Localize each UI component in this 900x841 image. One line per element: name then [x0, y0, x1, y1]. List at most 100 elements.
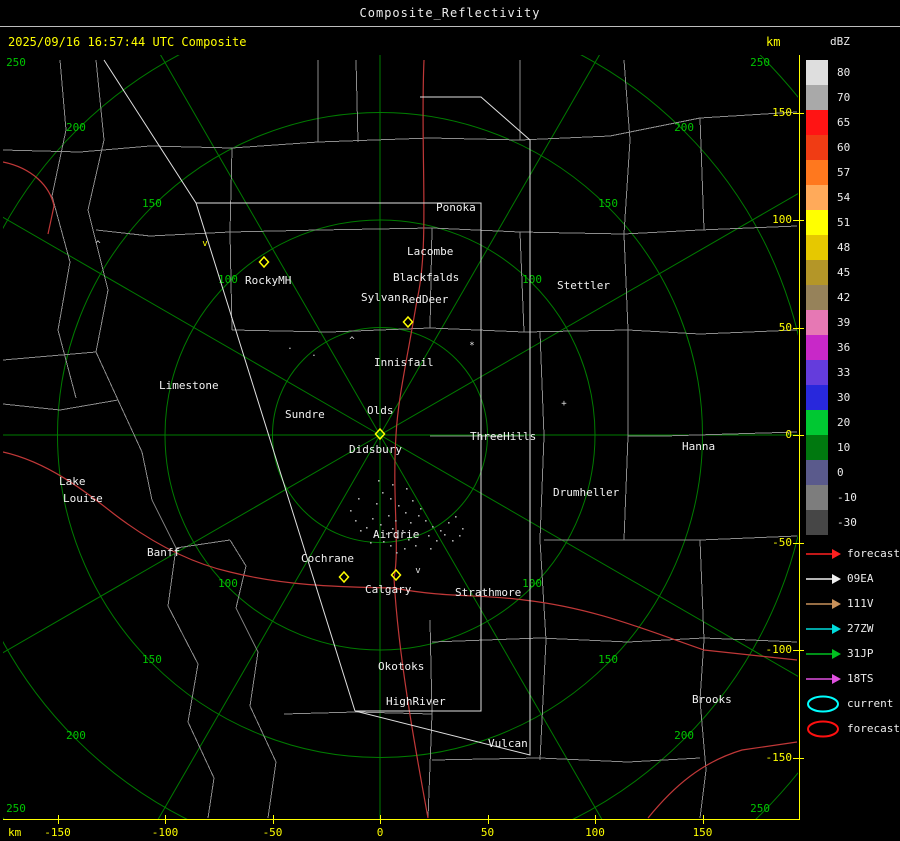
city-label: Banff — [147, 546, 180, 559]
ring-distance-label: 250 — [750, 802, 770, 815]
colorbar-value-label: 80 — [837, 66, 851, 79]
ring-distance-label: 100 — [522, 273, 542, 286]
city-label: Brooks — [692, 693, 732, 706]
km-unit-top-label: km — [766, 35, 781, 49]
colorbar-value-label: 10 — [837, 441, 851, 454]
arrow-icon — [806, 648, 841, 659]
point-symbol: ^ — [95, 240, 101, 250]
colorbar-swatch — [806, 185, 828, 210]
colorbar-value-label: 45 — [837, 266, 851, 279]
city-label: Calgary — [365, 583, 412, 596]
city-label: Vulcan — [488, 737, 528, 750]
colorbar-row: 60 — [806, 135, 857, 160]
site-diamond-marker — [338, 570, 350, 584]
radar-map[interactable]: 100 100100 100150 150150 150200 200200 200250 2… — [3, 55, 798, 819]
colorbar-swatch — [806, 310, 828, 335]
city-label: HighRiver — [386, 695, 446, 708]
colorbar-value-label: -10 — [837, 491, 857, 504]
city-label: RockyMH — [245, 274, 291, 287]
x-axis-line — [3, 819, 800, 820]
point-symbol: * — [469, 341, 474, 351]
colorbar-row: 20 — [806, 410, 857, 435]
arrow-icon — [806, 673, 841, 684]
point-symbol: v — [415, 566, 420, 576]
point-symbol: ^ — [349, 336, 355, 346]
city-label: Ponoka — [436, 201, 476, 214]
colorbar-row: 45 — [806, 260, 857, 285]
reflectivity-colorbar: 80 70 65 60 57 54 51 48 45 42 39 36 33 30 20 10 0 -10 -30 — [806, 60, 857, 535]
colorbar-row: 30 — [806, 385, 857, 410]
legend-symbol-row: 18TS — [804, 666, 900, 691]
point-symbol: . — [311, 349, 316, 359]
title-separator — [0, 26, 900, 27]
legend-symbol-label: forecast — [847, 547, 900, 560]
colorbar-value-label: 0 — [837, 466, 844, 479]
colorbar-value-label: 70 — [837, 91, 851, 104]
legend-symbol-row: 27ZW — [804, 616, 900, 641]
city-label: ThreeHills — [470, 430, 536, 443]
city-label: Limestone — [159, 379, 219, 392]
colorbar-row: 42 — [806, 285, 857, 310]
point-symbol: . — [287, 342, 292, 352]
x-axis-label: -150 — [44, 826, 71, 839]
colorbar-swatch — [806, 510, 828, 535]
colorbar-swatch — [806, 435, 828, 460]
arrow-icon — [806, 548, 841, 559]
ellipse-icon — [807, 695, 839, 712]
site-diamond-marker — [390, 568, 402, 582]
ring-distance-label: 200 — [674, 729, 694, 742]
arrow-icon — [806, 623, 841, 634]
colorbar-row: 65 — [806, 110, 857, 135]
x-axis-label: 0 — [376, 826, 384, 839]
city-label: Drumheller — [553, 486, 620, 499]
arrow-icon — [806, 573, 841, 584]
colorbar-value-label: 39 — [837, 316, 851, 329]
colorbar-row: 10 — [806, 435, 857, 460]
colorbar-swatch — [806, 485, 828, 510]
point-symbol: + — [561, 399, 567, 409]
colorbar-row: 51 — [806, 210, 857, 235]
echo-speckles — [350, 480, 464, 554]
x-axis-label: -50 — [262, 826, 283, 839]
point-symbol: v — [202, 239, 207, 249]
legend-symbol-row: 111V — [804, 591, 900, 616]
colorbar-swatch — [806, 85, 828, 110]
colorbar-value-label: 42 — [837, 291, 851, 304]
colorbar-swatch — [806, 60, 828, 85]
legend-symbol-label: 31JP — [847, 647, 874, 660]
ring-distance-label: 150 — [598, 197, 618, 210]
ring-distance-label: 200 — [66, 729, 86, 742]
ring-distance-label: 150 — [142, 653, 162, 666]
colorbar-value-label: 51 — [837, 216, 851, 229]
colorbar-swatch — [806, 135, 828, 160]
colorbar-value-label: 30 — [837, 391, 851, 404]
colorbar-swatch — [806, 385, 828, 410]
city-label: Stettler — [557, 279, 610, 292]
ring-distance-label: 250 — [6, 56, 26, 69]
city-label: Louise — [63, 492, 103, 505]
minor-symbols: ^ v. ^ * + v. — [95, 239, 567, 576]
arrow-icon — [806, 598, 841, 609]
colorbar-title: dBZ — [830, 35, 850, 48]
city-label: RedDeer — [402, 293, 449, 306]
km-unit-bottom-label: km — [8, 826, 22, 839]
colorbar-row: 80 — [806, 60, 857, 85]
ring-distance-label: 250 — [750, 56, 770, 69]
ring-distance-label: 150 — [598, 653, 618, 666]
x-axis-label: 50 — [480, 826, 495, 839]
colorbar-value-label: 54 — [837, 191, 851, 204]
colorbar-row: 54 — [806, 185, 857, 210]
colorbar-row: 57 — [806, 160, 857, 185]
city-label: Blackfalds — [393, 271, 459, 284]
colorbar-swatch — [806, 160, 828, 185]
colorbar-swatch — [806, 460, 828, 485]
colorbar-swatch — [806, 235, 828, 260]
ring-distance-label: 100 — [522, 577, 542, 590]
symbol-legend: forecast 09EA 111V 27ZW 31JP 18TS current forec… — [804, 541, 900, 741]
city-label: Sundre — [285, 408, 325, 421]
city-label: Didsbury — [349, 443, 402, 456]
window-title: Composite_Reflectivity — [359, 6, 541, 20]
ellipse-icon — [807, 720, 839, 737]
timestamp-label: 2025/09/16 16:57:44 UTC Composite — [8, 35, 247, 49]
legend-symbol-label: 111V — [847, 597, 874, 610]
